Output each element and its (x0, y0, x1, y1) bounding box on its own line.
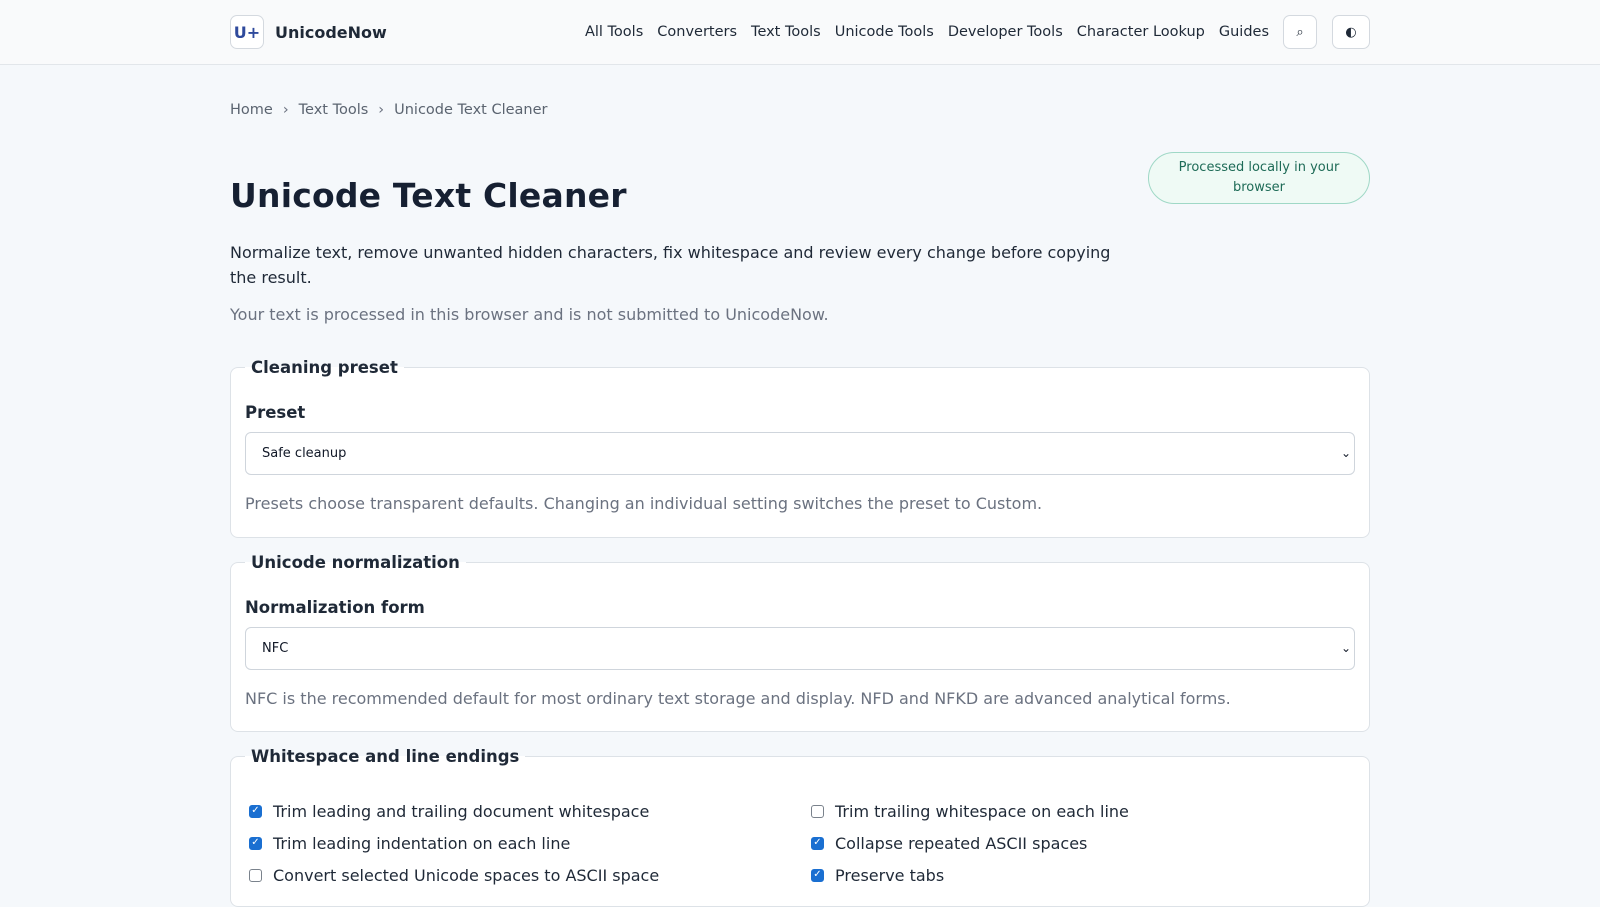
option-trim-trailing-line-whitespace[interactable]: Trim trailing whitespace on each line (811, 800, 1341, 823)
checkbox[interactable]: ✓ (249, 836, 262, 850)
unicode-normalization-legend: Unicode normalization (251, 552, 460, 572)
checkbox[interactable] (249, 868, 262, 882)
contrast-icon: ◐ (1345, 24, 1357, 40)
option-label: Collapse repeated ASCII spaces (835, 833, 1088, 853)
checkbox[interactable]: ✓ (811, 836, 824, 850)
search-button[interactable]: ⌕ (1283, 15, 1317, 49)
breadcrumb-text-tools[interactable]: Text Tools (299, 102, 369, 118)
main-content: Home › Text Tools › Unicode Text Cleaner… (230, 65, 1370, 907)
checkbox[interactable]: ✓ (249, 804, 262, 818)
nav-link-developer-tools[interactable]: Developer Tools (948, 24, 1063, 40)
option-label: Preserve tabs (835, 865, 945, 885)
privacy-note: Your text is processed in this browser a… (230, 304, 829, 324)
chevron-down-icon: ⌄ (1340, 446, 1351, 461)
nav-link-all-tools[interactable]: All Tools (585, 24, 643, 40)
option-label: Trim leading indentation on each line (273, 833, 571, 853)
nav-link-guides[interactable]: Guides (1219, 24, 1269, 40)
option-trim-leading-indentation[interactable]: ✓ Trim leading indentation on each line (249, 832, 811, 855)
nav-link-text-tools[interactable]: Text Tools (751, 24, 821, 40)
preset-label: Preset (245, 402, 306, 422)
option-label: Trim trailing whitespace on each line (835, 801, 1129, 821)
option-convert-unicode-spaces[interactable]: Convert selected Unicode spaces to ASCII… (249, 864, 811, 887)
option-collapse-ascii-spaces[interactable]: ✓ Collapse repeated ASCII spaces (811, 832, 1341, 855)
nav-link-character-lookup[interactable]: Character Lookup (1077, 24, 1205, 40)
brand-logo: U+ (230, 15, 264, 49)
preset-help-text: Presets choose transparent defaults. Cha… (245, 493, 1043, 513)
brand-link[interactable]: U+ UnicodeNow (230, 15, 387, 49)
whitespace-legend: Whitespace and line endings (251, 746, 520, 766)
normalization-form-select[interactable]: NFC ⌄ (245, 626, 1355, 670)
brand-name: UnicodeNow (275, 22, 387, 42)
breadcrumb-separator: › (378, 102, 385, 118)
chevron-down-icon: ⌄ (1340, 641, 1351, 656)
breadcrumb-current: Unicode Text Cleaner (394, 102, 548, 118)
checkbox[interactable]: ✓ (811, 868, 824, 882)
breadcrumb-home[interactable]: Home (230, 102, 273, 118)
page-header: Processed locally in your browser Unicod… (230, 152, 1370, 324)
top-navigation-inner: U+ UnicodeNow All Tools Converters Text … (230, 0, 1370, 64)
top-navigation-bar: U+ UnicodeNow All Tools Converters Text … (0, 0, 1600, 65)
nav-link-unicode-tools[interactable]: Unicode Tools (835, 24, 934, 40)
search-icon: ⌕ (1296, 24, 1304, 40)
normalization-form-label: Normalization form (245, 597, 425, 617)
checkbox[interactable] (811, 804, 824, 818)
normalization-selected-value: NFC (262, 640, 289, 656)
cleaning-preset-section: Cleaning preset Preset Safe cleanup ⌄ Pr… (230, 357, 1370, 538)
local-processing-badge: Processed locally in your browser (1148, 152, 1370, 204)
cleaning-preset-legend: Cleaning preset (251, 357, 398, 377)
option-preserve-tabs[interactable]: ✓ Preserve tabs (811, 864, 1341, 887)
page-intro: Normalize text, remove unwanted hidden c… (230, 242, 1111, 287)
nav-link-converters[interactable]: Converters (657, 24, 737, 40)
breadcrumb-separator: › (282, 102, 289, 118)
whitespace-options: ✓ Trim leading and trailing document whi… (245, 800, 1355, 887)
option-label: Trim leading and trailing document white… (273, 801, 650, 821)
whitespace-section: Whitespace and line endings ✓ Trim leadi… (230, 746, 1370, 907)
breadcrumb: Home › Text Tools › Unicode Text Cleaner (230, 102, 1370, 118)
theme-toggle-button[interactable]: ◐ (1332, 15, 1370, 49)
preset-select[interactable]: Safe cleanup ⌄ (245, 431, 1355, 475)
normalization-help-text: NFC is the recommended default for most … (245, 688, 1231, 708)
preset-selected-value: Safe cleanup (262, 445, 347, 461)
option-trim-document-whitespace[interactable]: ✓ Trim leading and trailing document whi… (249, 800, 811, 823)
unicode-normalization-section: Unicode normalization Normalization form… (230, 552, 1370, 732)
option-label: Convert selected Unicode spaces to ASCII… (273, 865, 660, 885)
main-nav: All Tools Converters Text Tools Unicode … (585, 24, 1269, 40)
